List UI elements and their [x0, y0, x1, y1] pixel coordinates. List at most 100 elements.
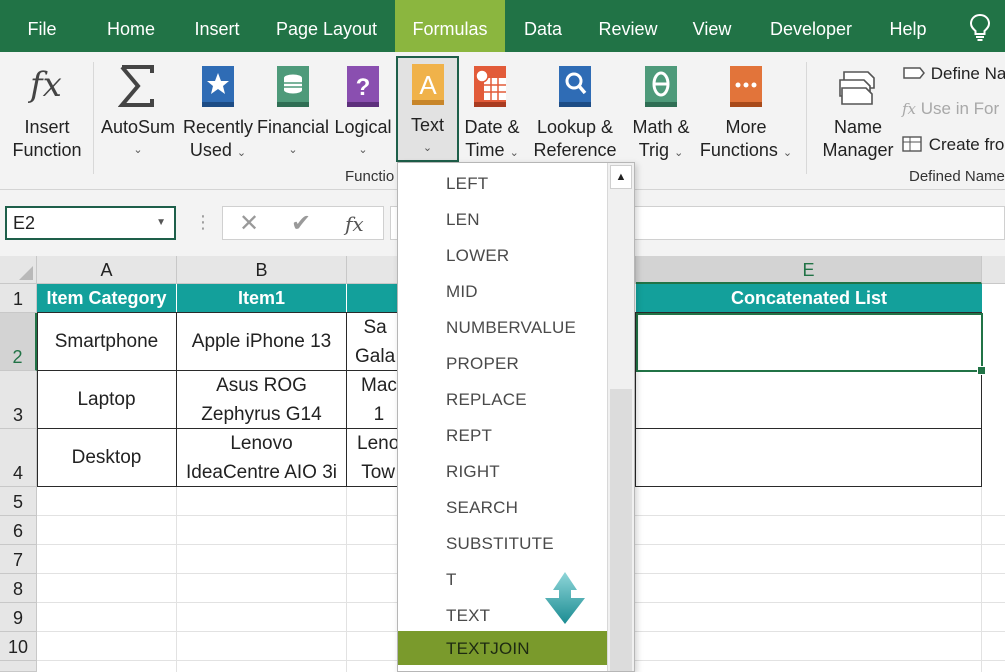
row-header-11[interactable] [0, 661, 37, 672]
menu-item-replace[interactable]: REPLACE [398, 381, 608, 417]
chevron-down-icon: ⌄ [236, 147, 247, 159]
letter-a-book-icon: A [412, 64, 444, 105]
ribbon-tab-bar: File Home Insert Page Layout Formulas Da… [0, 0, 1005, 52]
tab-page-layout[interactable]: Page Layout [270, 0, 383, 52]
name-box[interactable]: E2 ▼ [5, 206, 176, 240]
column-header-e[interactable]: E [636, 256, 982, 284]
date-time-label: Date & [464, 117, 520, 137]
logical-button[interactable]: ? Logical ⌄ [332, 58, 394, 162]
insert-function-button[interactable]: fx Insert Function [8, 58, 86, 162]
recently-used-button[interactable]: Recently Used ⌄ [182, 58, 254, 162]
fx-small-icon: fx [902, 100, 917, 118]
chevron-down-icon: ⌄ [422, 142, 433, 154]
tab-data[interactable]: Data [517, 0, 569, 52]
menu-item-right[interactable]: RIGHT [398, 453, 608, 489]
cell-b4[interactable]: Lenovo IdeaCentre AIO 3i [177, 429, 347, 487]
gridline [981, 487, 982, 672]
tab-review[interactable]: Review [592, 0, 664, 52]
menu-item-textjoin[interactable]: TEXTJOIN [398, 631, 608, 665]
row-header-4[interactable]: 4 [0, 429, 37, 487]
cell-a2[interactable]: Smartphone [37, 313, 177, 371]
menu-item-numbervalue[interactable]: NUMBERVALUE [398, 309, 608, 345]
name-manager-button[interactable]: Name Manager [818, 58, 898, 162]
theta-book-icon [645, 66, 677, 107]
menu-item-search[interactable]: SEARCH [398, 489, 608, 525]
tab-help[interactable]: Help [882, 0, 934, 52]
group-label-function-library: Functio [345, 168, 395, 185]
header-cell-item-category[interactable]: Item Category [37, 284, 177, 312]
insert-function-fx-icon[interactable]: fx [345, 212, 364, 236]
scroll-thumb[interactable] [610, 389, 632, 671]
ribbon-separator [806, 62, 807, 174]
menu-item-substitute[interactable]: SUBSTITUTE [398, 525, 608, 561]
fx-icon: fx [28, 65, 62, 105]
text-button[interactable]: A Text ⌄ [396, 56, 459, 162]
cell-b2[interactable]: Apple iPhone 13 [177, 313, 347, 371]
autosum-button[interactable]: AutoSum ⌄ [98, 58, 178, 162]
scroll-up-button[interactable]: ▲ [610, 165, 632, 189]
more-functions-label: More [725, 117, 767, 137]
row-header-8[interactable]: 8 [0, 574, 37, 603]
row-header-3[interactable]: 3 [0, 371, 37, 429]
triangle-up-icon: ▲ [615, 171, 627, 183]
cell-e4[interactable] [636, 429, 982, 487]
row-header-5[interactable]: 5 [0, 487, 37, 516]
use-in-formula-label: Use in For [920, 99, 1000, 118]
tab-file[interactable]: File [14, 0, 70, 52]
row-header-10[interactable]: 10 [0, 632, 37, 661]
header-cell-item1[interactable]: Item1 [177, 284, 347, 312]
menu-scrollbar[interactable]: ▲ [607, 163, 634, 671]
lightbulb-icon[interactable] [966, 12, 994, 42]
menu-item-lower[interactable]: LOWER [398, 237, 608, 273]
row-header-6[interactable]: 6 [0, 516, 37, 545]
math-trig-button[interactable]: Math & Trig ⌄ [626, 58, 696, 162]
lookup-reference-button[interactable]: Lookup & Reference ⌄ [527, 58, 623, 182]
cell-b3[interactable]: Asus ROG Zephyrus G14 [177, 371, 347, 429]
financial-button[interactable]: Financial ⌄ [256, 58, 330, 162]
row-header-9[interactable]: 9 [0, 603, 37, 632]
tab-insert[interactable]: Insert [187, 0, 247, 52]
tab-view[interactable]: View [686, 0, 738, 52]
menu-item-len[interactable]: LEN [398, 201, 608, 237]
select-all-corner[interactable] [0, 256, 37, 284]
date-time-button[interactable]: Date & Time ⌄ [460, 58, 524, 162]
column-header-b[interactable]: B [177, 256, 347, 284]
row-header-1[interactable]: 1 [0, 284, 37, 313]
dropdown-arrow-icon[interactable]: ▼ [156, 208, 166, 238]
row-header-2[interactable]: 2 [0, 313, 37, 371]
column-header-a[interactable]: A [37, 256, 177, 284]
header-cell-concatenated-list[interactable]: Concatenated List [636, 284, 982, 312]
row-header-7[interactable]: 7 [0, 545, 37, 574]
cell-e3[interactable] [636, 371, 982, 429]
cell-a4[interactable]: Desktop [37, 429, 177, 487]
column-header-f[interactable] [982, 256, 1005, 284]
chevron-down-icon: ⌄ [288, 144, 298, 156]
tab-formulas[interactable]: Formulas [395, 0, 505, 52]
enter-check-icon[interactable]: ✔ [291, 209, 311, 238]
ribbon-separator [93, 62, 94, 174]
tab-developer[interactable]: Developer [761, 0, 861, 52]
active-cell-selection[interactable] [636, 313, 986, 375]
define-name-button[interactable]: Define Na [902, 64, 1005, 84]
tab-home[interactable]: Home [98, 0, 164, 52]
menu-item-left[interactable]: LEFT [398, 165, 608, 201]
cancel-icon[interactable]: ✕ [239, 209, 259, 238]
menu-item-rept[interactable]: REPT [398, 417, 608, 453]
chevron-down-icon: ⌄ [782, 147, 793, 159]
chevron-down-icon: ⌄ [674, 147, 684, 159]
use-in-formula-button[interactable]: fx Use in For [902, 99, 999, 119]
question-book-icon: ? [347, 66, 379, 107]
sigma-icon [118, 65, 154, 107]
magnifier-book-icon [559, 66, 591, 107]
autosum-label: AutoSum [100, 117, 176, 137]
drag-handle-icon[interactable]: ⋮ [194, 212, 212, 233]
chevron-down-icon: ⌄ [358, 144, 368, 156]
gridline [176, 487, 177, 672]
gridline [346, 487, 347, 672]
more-functions-button[interactable]: More Functions ⌄ [697, 58, 795, 162]
cell-a3[interactable]: Laptop [37, 371, 177, 429]
financial-label: Financial [256, 117, 330, 137]
menu-item-proper[interactable]: PROPER [398, 345, 608, 381]
create-from-selection-button[interactable]: Create fro [902, 134, 1004, 155]
menu-item-mid[interactable]: MID [398, 273, 608, 309]
